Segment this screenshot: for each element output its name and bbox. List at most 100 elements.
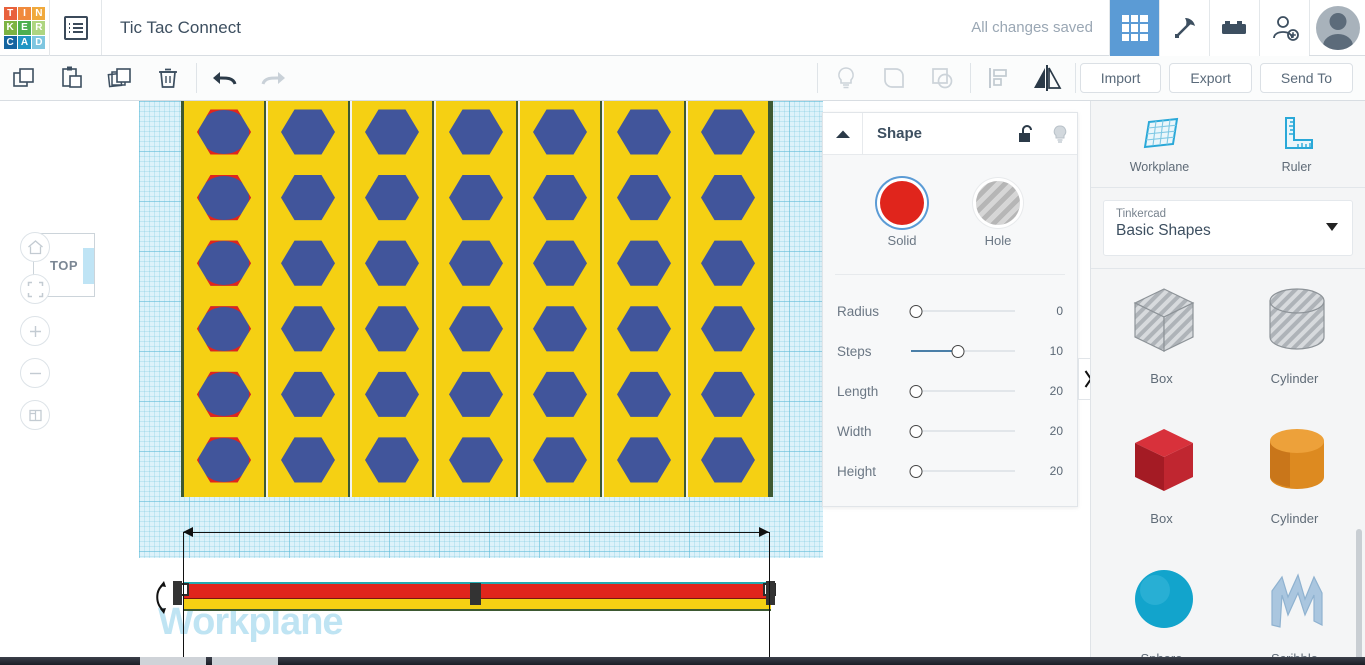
redo-button[interactable]: [249, 56, 297, 100]
projects-menu-button[interactable]: [50, 0, 102, 55]
hex-slot: [193, 236, 255, 290]
perspective-toggle-icon: [27, 407, 44, 424]
shape-sphere[interactable]: Sphere: [1095, 559, 1228, 665]
hex-slot: [613, 236, 675, 290]
send-to-button[interactable]: Send To: [1260, 63, 1353, 93]
invite-people-button[interactable]: [1259, 0, 1309, 56]
shapes-scrollbar[interactable]: [1356, 529, 1362, 665]
export-button[interactable]: Export: [1169, 63, 1251, 93]
model-columns: [184, 101, 770, 497]
slider-knob[interactable]: [909, 305, 922, 318]
group-button[interactable]: [870, 56, 918, 100]
slider-label: Steps: [837, 344, 911, 359]
shape-parameter-sliders: Radius0Steps10Length20Width20Height20: [823, 275, 1077, 491]
paste-button[interactable]: [48, 56, 96, 100]
tinkercad-logo[interactable]: TINKERCAD: [0, 0, 50, 56]
show-hide-button[interactable]: [822, 56, 870, 100]
ortho-perspective-button[interactable]: [20, 400, 50, 430]
home-view-button[interactable]: [20, 232, 50, 262]
hex-hole: [617, 305, 671, 353]
slider-value[interactable]: 20: [1029, 384, 1063, 398]
delete-button[interactable]: [144, 56, 192, 100]
import-button[interactable]: Import: [1080, 63, 1162, 93]
align-button[interactable]: [975, 56, 1023, 100]
undo-button[interactable]: [201, 56, 249, 100]
project-title[interactable]: Tic Tac Connect: [102, 0, 241, 55]
slider-knob[interactable]: [909, 425, 922, 438]
hex-slot: [613, 302, 675, 356]
slider-value[interactable]: 10: [1029, 344, 1063, 358]
model-column[interactable]: [350, 101, 434, 497]
copy-button[interactable]: [0, 56, 48, 100]
slider-value[interactable]: 20: [1029, 464, 1063, 478]
hex-slot: [529, 433, 591, 487]
toolbar-divider-4: [1075, 63, 1076, 93]
fit-to-view-button[interactable]: [20, 274, 50, 304]
zoom-in-button[interactable]: [20, 316, 50, 346]
shape-panel-collapse-button[interactable]: [823, 113, 863, 154]
model-column[interactable]: [266, 101, 350, 497]
hex-hole: [365, 305, 419, 353]
solid-swatch[interactable]: Solid: [880, 181, 924, 248]
model-column[interactable]: [602, 101, 686, 497]
slider-row-length: Length20: [837, 371, 1063, 411]
slider-value[interactable]: 0: [1029, 304, 1063, 318]
shape-scribble[interactable]: Scribble: [1228, 559, 1361, 665]
shape-lock-button[interactable]: [1009, 124, 1043, 144]
shape-visibility-button[interactable]: [1043, 124, 1077, 144]
ruler-tool[interactable]: Ruler: [1228, 101, 1365, 187]
shape-box[interactable]: Box: [1095, 419, 1228, 559]
slider-steps[interactable]: [911, 344, 1029, 358]
rotate-handle-icon[interactable]: [150, 581, 170, 611]
zoom-out-button[interactable]: [20, 358, 50, 388]
corner-handle-right[interactable]: [766, 581, 775, 605]
model-column[interactable]: [434, 101, 518, 497]
slider-length[interactable]: [911, 384, 1029, 398]
shape-category-select[interactable]: Tinkercad Basic Shapes: [1103, 200, 1353, 256]
toolbar-right-actions: Import Export Send To: [1080, 63, 1365, 93]
resize-handle-center[interactable]: [470, 583, 481, 605]
ungroup-button[interactable]: [918, 56, 966, 100]
category-owner: Tinkercad: [1116, 208, 1340, 220]
hex-slot: [277, 236, 339, 290]
hex-hole: [449, 305, 503, 353]
codeblocks-button[interactable]: [1159, 0, 1209, 56]
hex-hole: [365, 239, 419, 287]
hole-swatch[interactable]: Hole: [976, 181, 1020, 248]
mirror-button[interactable]: [1023, 56, 1071, 100]
logo-cell-k: K: [4, 21, 17, 34]
taskbar-item[interactable]: [140, 657, 206, 665]
slider-value[interactable]: 20: [1029, 424, 1063, 438]
shape-cylinder[interactable]: Cylinder: [1228, 419, 1361, 559]
chevron-up-icon: [835, 129, 851, 139]
bricks-button[interactable]: [1209, 0, 1259, 56]
slider-row-steps: Steps 10: [837, 331, 1063, 371]
hex-hole: [281, 108, 335, 156]
slider-knob[interactable]: [909, 465, 922, 478]
model-column[interactable]: [184, 101, 266, 497]
model-object[interactable]: [181, 101, 773, 497]
slider-knob[interactable]: [909, 385, 922, 398]
slider-radius[interactable]: [911, 304, 1029, 318]
hex-slot: [697, 367, 759, 421]
duplicate-button[interactable]: [96, 56, 144, 100]
dimension-tick-left: [183, 532, 184, 665]
shape-cylinder-hole[interactable]: Cylinder: [1228, 279, 1361, 419]
corner-handle-left[interactable]: [173, 581, 182, 605]
toolbar-divider: [196, 63, 197, 93]
hex-slot: [361, 367, 423, 421]
logo-cell-c: C: [4, 36, 17, 49]
taskbar-item[interactable]: [212, 657, 278, 665]
user-account-button[interactable]: [1309, 0, 1365, 55]
grid-view-button[interactable]: [1109, 0, 1159, 56]
model-column[interactable]: [518, 101, 602, 497]
model-column[interactable]: [686, 101, 770, 497]
slider-width[interactable]: [911, 424, 1029, 438]
workplane-tool[interactable]: Workplane: [1091, 101, 1228, 187]
workplane-tool-label: Workplane: [1130, 160, 1190, 174]
shapes-library-grid[interactable]: Box Cylinder Box Cylinder Sphere Scribbl…: [1091, 268, 1365, 665]
hex-slot: [277, 367, 339, 421]
slider-height[interactable]: [911, 464, 1029, 478]
shape-box-hole[interactable]: Box: [1095, 279, 1228, 419]
slider-knob[interactable]: [952, 345, 965, 358]
